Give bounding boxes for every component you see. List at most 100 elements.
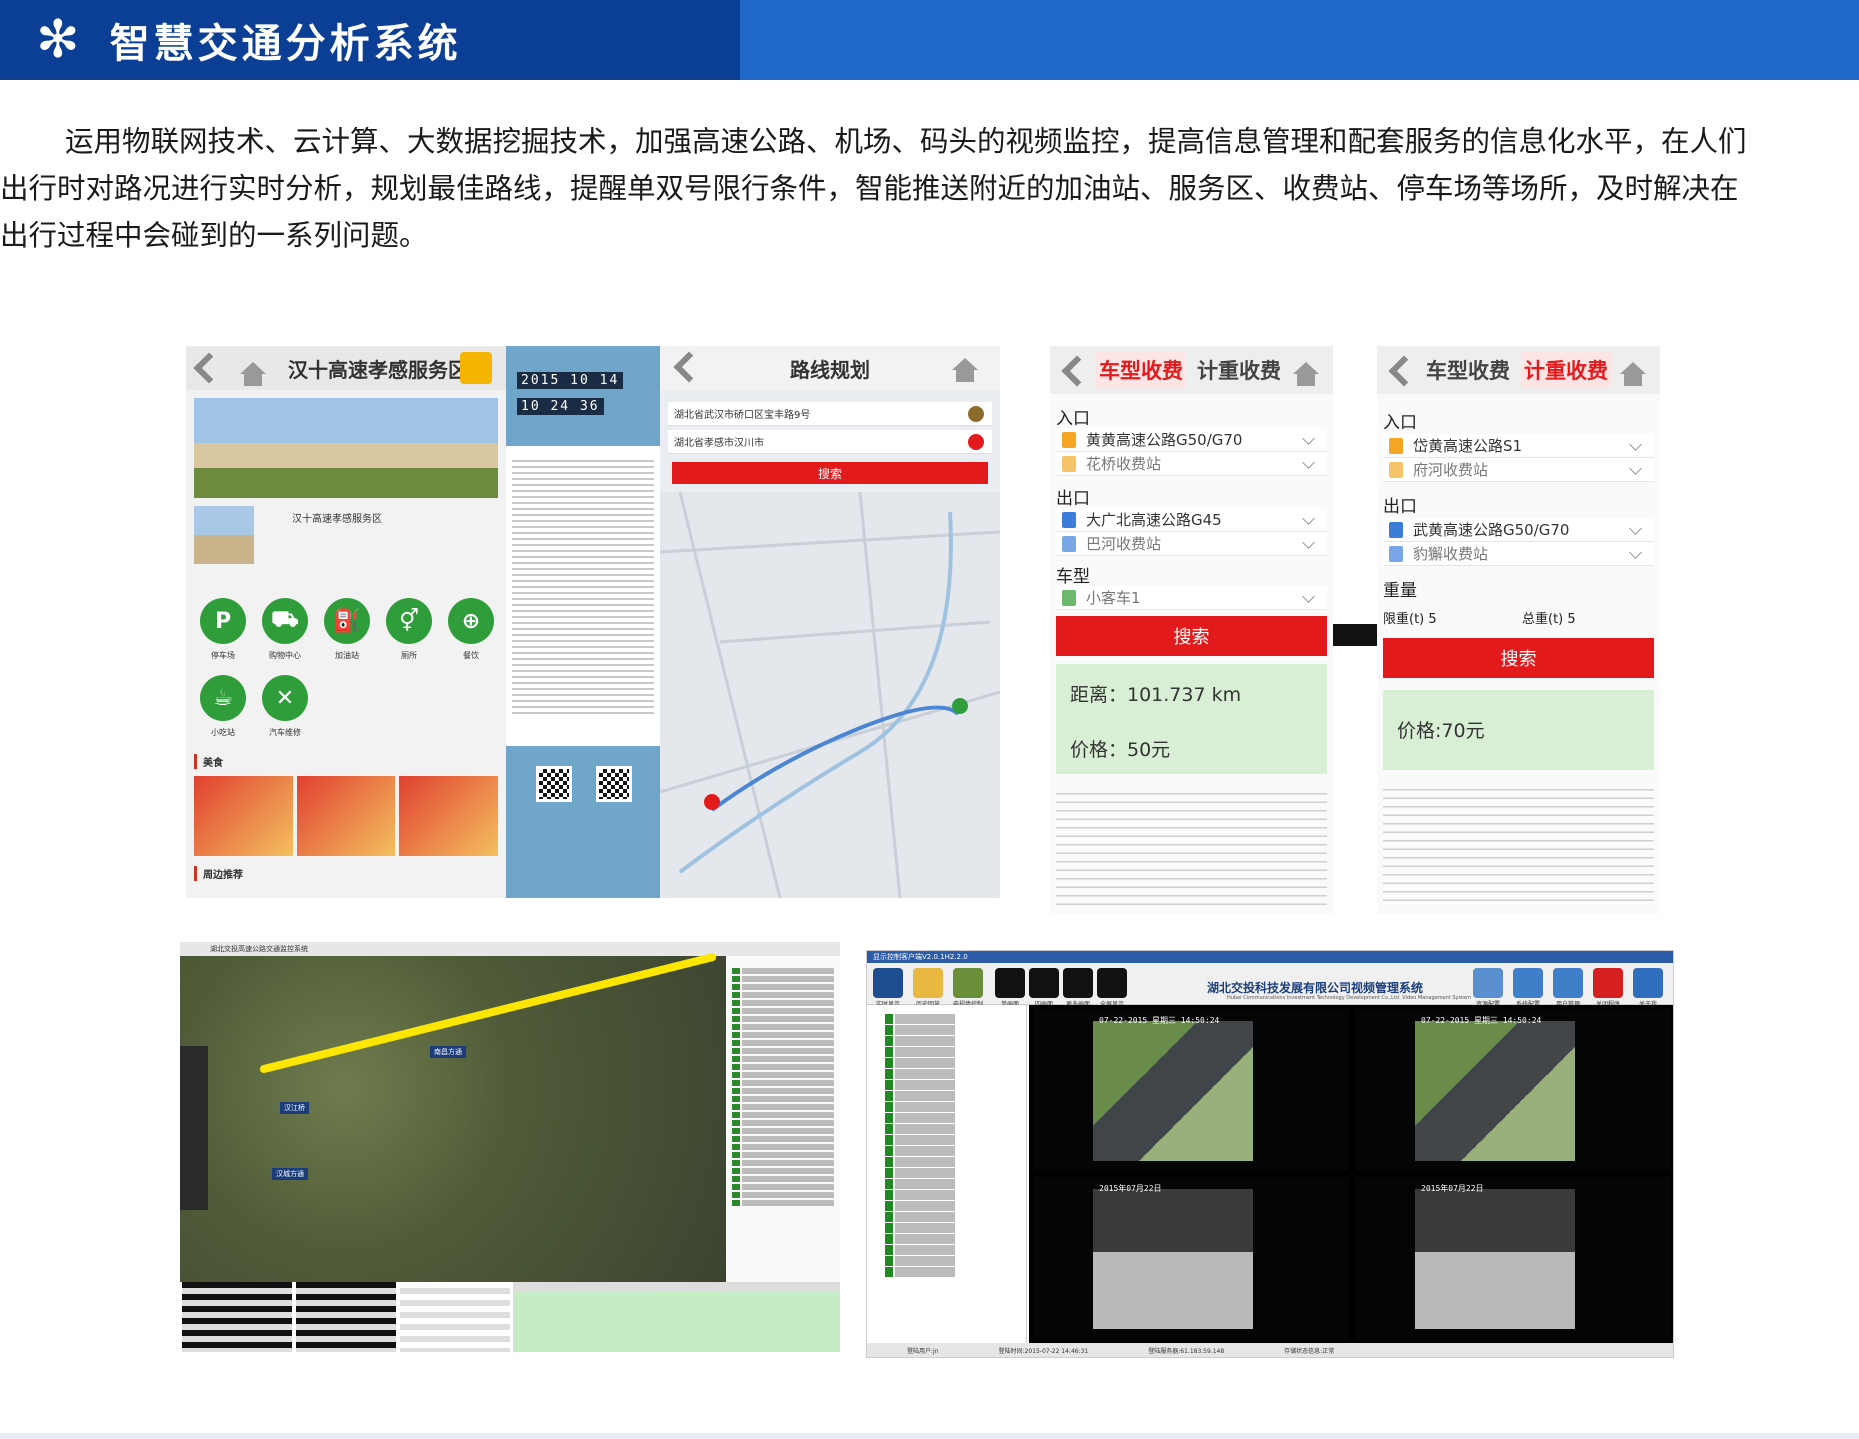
route-search-button[interactable]: 搜索 xyxy=(672,462,988,484)
tab-weight[interactable]: 计重收费 xyxy=(1521,352,1611,388)
location-icon[interactable] xyxy=(968,405,984,422)
road-icon xyxy=(1062,512,1076,528)
exit-road-select[interactable]: 大广北高速公路G45 xyxy=(1056,508,1327,532)
section-nearby: 周边推荐 xyxy=(194,866,243,881)
back-arrow-icon[interactable] xyxy=(1061,355,1093,387)
route-from-input[interactable]: 湖北省武汉市硚口区宝丰路9号 xyxy=(668,402,992,426)
food-photos xyxy=(194,776,499,856)
service-restroom[interactable]: ⚥ 厕所 xyxy=(380,598,438,661)
resource-icon[interactable] xyxy=(1473,968,1503,998)
single-view-icon[interactable] xyxy=(995,968,1025,998)
header-title-area: ✻ 智慧交通分析系统 xyxy=(0,0,740,80)
entry-station-select[interactable]: 府河收费站 xyxy=(1383,458,1654,482)
map-pin-icon[interactable] xyxy=(968,433,984,450)
device-tree[interactable] xyxy=(726,956,840,1282)
camera-view[interactable]: 2015年07月22日 xyxy=(1355,1177,1671,1339)
info-icon[interactable] xyxy=(1633,968,1663,998)
monitor-sidebar[interactable] xyxy=(180,1046,208,1210)
exit-road-select[interactable]: 武黄高速公路G50/G70 xyxy=(1383,518,1654,542)
news-text-block xyxy=(512,456,654,716)
service-repair[interactable]: ✕ 汽车维修 xyxy=(256,675,314,738)
camera-view[interactable]: 07-22-2015 星期三 14:50:24 xyxy=(1033,1009,1349,1171)
exit-station-select[interactable]: 巴河收费站 xyxy=(1056,532,1327,556)
entry-road-select[interactable]: 岱黄高速公路S1 xyxy=(1383,434,1654,458)
tab-vehicle-type[interactable]: 车型收费 xyxy=(1423,352,1513,388)
service-label: 厕所 xyxy=(401,651,417,660)
road-tag: 汉江桥 xyxy=(280,1102,309,1114)
news-screen: 2015 10 14 10 24 36 xyxy=(506,346,660,898)
home-icon[interactable] xyxy=(240,362,266,386)
quad-view-icon[interactable] xyxy=(1029,968,1059,998)
chevron-down-icon xyxy=(1302,456,1315,469)
home-icon[interactable] xyxy=(1620,362,1646,386)
home-icon[interactable] xyxy=(1293,362,1319,386)
route-map[interactable] xyxy=(660,491,1000,898)
road-icon xyxy=(1389,522,1403,538)
back-arrow-icon[interactable] xyxy=(193,352,225,384)
footer-line xyxy=(0,1433,1859,1439)
traffic-monitor-screen: 湖北交投高速公路交通监控系统 南昌方通 汉江桥 汉城方通 xyxy=(180,942,840,1352)
road-icon xyxy=(1062,432,1076,448)
fee-result-box: 价格:70元 xyxy=(1383,690,1654,770)
news-footer xyxy=(506,746,660,898)
power-icon[interactable] xyxy=(1593,968,1623,998)
home-icon[interactable] xyxy=(952,358,978,382)
multi-view-icon[interactable] xyxy=(1063,968,1093,998)
service-label: 小吃站 xyxy=(211,728,235,737)
camera-view[interactable]: 2015年07月22日 xyxy=(1033,1177,1349,1339)
entry-label: 入口 xyxy=(1056,409,1090,429)
entry-road-text: 黄黄高速公路G50/G70 xyxy=(1086,431,1243,449)
service-area-screen: 汉十高速孝感服务区 汉十高速孝感服务区 P 停车场 ⛟ 购物中心 ⛽ 加油站 ⚥… xyxy=(186,346,506,898)
route-from-text: 湖北省武汉市硚口区宝丰路9号 xyxy=(674,410,811,421)
service-fuel[interactable]: ⛽ 加油站 xyxy=(318,598,376,661)
exit-station-select[interactable]: 豹獬收费站 xyxy=(1383,542,1654,566)
satellite-map[interactable]: 南昌方通 汉江桥 汉城方通 xyxy=(180,952,726,1282)
service-area-thumbnail xyxy=(194,506,254,564)
limit-weight-input[interactable]: 限重(t) 5 xyxy=(1383,608,1437,627)
entry-road-select[interactable]: 黄黄高速公路G50/G70 xyxy=(1056,428,1327,452)
chevron-down-icon xyxy=(1302,512,1315,525)
connector-bar xyxy=(1333,624,1377,646)
fee-notes xyxy=(1383,782,1654,902)
route-to-input[interactable]: 湖北省孝感市汉川市 xyxy=(668,430,992,454)
service-shopping[interactable]: ⛟ 购物中心 xyxy=(256,598,314,661)
camera-list[interactable] xyxy=(867,1005,1027,1343)
repair-icon: ✕ xyxy=(262,675,308,721)
camera-view[interactable]: 07-22-2015 星期三 14:50:24 xyxy=(1355,1009,1671,1171)
price-text: 价格:70元 xyxy=(1397,720,1485,742)
snack-icon: ☕ xyxy=(200,675,246,721)
fullscreen-icon[interactable] xyxy=(1097,968,1127,998)
service-snack[interactable]: ☕ 小吃站 xyxy=(194,675,252,738)
realtime-icon[interactable] xyxy=(873,968,903,998)
fee-topbar: 车型收费 计重收费 xyxy=(1050,346,1333,394)
total-weight-input[interactable]: 总重(t) 5 xyxy=(1522,608,1576,627)
playback-icon[interactable] xyxy=(913,968,943,998)
tab-weight[interactable]: 计重收费 xyxy=(1194,352,1284,388)
station-icon xyxy=(1389,462,1403,478)
vehicle-select[interactable]: 小客车1 xyxy=(1056,586,1327,610)
fee-by-type-screen: 车型收费 计重收费 入口 黄黄高速公路G50/G70 花桥收费站 出口 大广北高… xyxy=(1050,346,1333,914)
route-title: 路线规划 xyxy=(790,357,870,382)
fee-search-button[interactable]: 搜索 xyxy=(1056,616,1327,656)
service-parking[interactable]: P 停车场 xyxy=(194,598,252,661)
clock-time: 10 24 36 xyxy=(517,398,604,415)
user-icon[interactable] xyxy=(1553,968,1583,998)
back-arrow-icon[interactable] xyxy=(1388,355,1420,387)
tab-vehicle-type[interactable]: 车型收费 xyxy=(1096,352,1186,388)
exit-road-text: 武黄高速公路G50/G70 xyxy=(1413,521,1570,539)
event-log xyxy=(513,1282,840,1352)
weight-label: 重量 xyxy=(1383,581,1417,601)
settings-icon[interactable] xyxy=(1513,968,1543,998)
exit-station-text: 豹獬收费站 xyxy=(1413,545,1489,563)
entry-station-select[interactable]: 花桥收费站 xyxy=(1056,452,1327,476)
vehicle-text: 小客车1 xyxy=(1086,589,1141,607)
service-dining[interactable]: ⊕ 餐饮 xyxy=(442,598,500,661)
fee-search-button[interactable]: 搜索 xyxy=(1383,638,1654,678)
intro-line-2: 出行时对路况进行实时分析，规划最佳路线，提醒单双号限行条件，智能推送附近的加油站… xyxy=(0,172,1739,205)
clock-date: 2015 10 14 xyxy=(517,372,624,389)
tv-wall-icon[interactable] xyxy=(953,968,983,998)
service-label: 购物中心 xyxy=(269,651,301,660)
chevron-down-icon xyxy=(1629,522,1642,535)
route-topbar: 路线规划 xyxy=(660,346,1000,390)
camera-timestamp: 07-22-2015 星期三 14:50:24 xyxy=(1421,1016,1542,1025)
